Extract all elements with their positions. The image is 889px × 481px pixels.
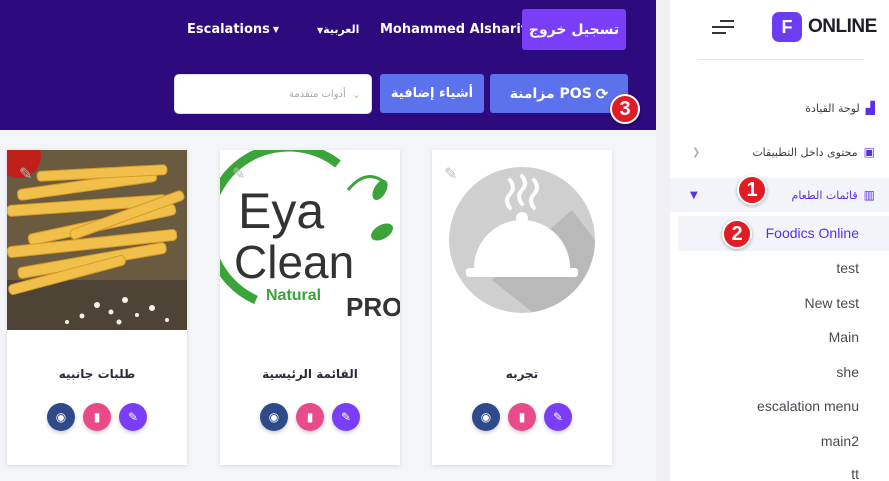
logo-text-clean: Clean	[234, 236, 354, 288]
submenu-item[interactable]: tt	[851, 466, 859, 481]
chevron-right-icon: ❯	[692, 146, 701, 158]
card-actions: ◉ ▮ ✎	[220, 403, 400, 431]
chevron-down-icon: ⌄	[351, 87, 361, 101]
card-title: القائمة الرئيسية	[262, 367, 358, 381]
trash-icon: ▮	[93, 410, 101, 424]
hamburger-icon[interactable]	[712, 20, 734, 38]
card-title: طلبات جانبيه	[58, 367, 136, 381]
submenu-item[interactable]: Main	[829, 329, 859, 345]
card-actions: ◉ ▮ ✎	[432, 403, 612, 431]
submenu-item[interactable]: she	[836, 364, 859, 380]
pencil-icon: ✎	[340, 410, 352, 424]
submenu-item[interactable]: New test	[805, 295, 859, 311]
card-actions: ◉ ▮ ✎	[7, 403, 187, 431]
submenu-item[interactable]: main2	[821, 433, 859, 449]
logo-text-pro: PRO	[346, 292, 400, 322]
escalations-dropdown[interactable]: Escalations ▼	[187, 22, 279, 37]
main-content: Escalations ▼ ▼العربية Mohammed Alsharif …	[0, 0, 656, 481]
chart-icon: ▟	[865, 101, 875, 115]
eye-icon: ◉	[55, 410, 67, 424]
delete-button[interactable]: ▮	[83, 403, 111, 431]
eye-icon: ◉	[268, 410, 280, 424]
edit-button[interactable]: ✎	[119, 403, 147, 431]
brand-logo[interactable]: F ONLINE	[772, 12, 877, 42]
sync-label: مزامنة POS	[509, 85, 592, 102]
menu-card[interactable]: ✎ طلبات جانبيه ◉ ▮ ✎	[7, 150, 187, 465]
sync-icon: ⟳	[595, 84, 609, 103]
submenu-item[interactable]: test	[836, 260, 859, 276]
logo-text-eya: Eya	[238, 183, 324, 239]
edit-corner-icon[interactable]: ✎	[232, 164, 245, 183]
delete-button[interactable]: ▮	[508, 403, 536, 431]
delete-button[interactable]: ▮	[296, 403, 324, 431]
card-title: تجربه	[505, 367, 539, 381]
edit-corner-icon[interactable]: ✎	[19, 164, 32, 183]
images-icon: ▣	[863, 145, 875, 159]
top-navbar: Escalations ▼ ▼العربية Mohammed Alsharif …	[0, 0, 656, 130]
user-name[interactable]: Mohammed Alsharif	[380, 22, 526, 37]
card-image: Eya Clean Natural PRO	[220, 150, 400, 330]
annotation-badge-3: 3	[610, 94, 640, 124]
menu-card[interactable]: ✎ تجربه ◉ ▮ ✎	[432, 150, 612, 465]
sidebar: F ONLINE لوحة القيادة ▟ ❯ محتوى داخل الت…	[670, 0, 889, 481]
edit-button[interactable]: ✎	[332, 403, 360, 431]
book-icon: ▥	[863, 188, 875, 202]
menu-card[interactable]: Eya Clean Natural PRO ✎ القائمة الرئيسية…	[220, 150, 400, 465]
sidebar-item-label: قائمات الطعام	[791, 188, 858, 202]
pencil-icon: ✎	[127, 410, 139, 424]
trash-icon: ▮	[306, 410, 314, 424]
caret-down-icon: ▼	[272, 25, 280, 34]
card-image	[7, 150, 187, 330]
sidebar-item-label: محتوى داخل التطبيقات	[752, 145, 858, 159]
view-button[interactable]: ◉	[472, 403, 500, 431]
pencil-icon: ✎	[552, 410, 564, 424]
tools-placeholder: أدوات متقدمة	[288, 88, 346, 100]
logo-text-natural: Natural	[266, 287, 321, 304]
card-image	[432, 150, 612, 330]
brand-name: ONLINE	[808, 16, 877, 37]
sidebar-item-dashboard[interactable]: لوحة القيادة ▟	[670, 91, 889, 125]
chevron-down-icon: ▼	[690, 189, 698, 201]
view-button[interactable]: ◉	[47, 403, 75, 431]
brand-mark-icon: F	[772, 12, 802, 42]
sync-pos-button[interactable]: مزامنة POS ⟳	[490, 74, 628, 113]
sidebar-divider	[698, 59, 864, 60]
sidebar-item-in-app-content[interactable]: ❯ محتوى داخل التطبيقات ▣	[670, 135, 889, 169]
language-dropdown[interactable]: ▼العربية	[314, 23, 359, 36]
sidebar-item-label: لوحة القيادة	[805, 101, 860, 115]
advanced-tools-select[interactable]: أدوات متقدمة ⌄	[174, 74, 372, 114]
extras-button[interactable]: أشياء إضافية	[380, 74, 484, 113]
view-button[interactable]: ◉	[260, 403, 288, 431]
edit-corner-icon[interactable]: ✎	[444, 164, 457, 183]
edit-button[interactable]: ✎	[544, 403, 572, 431]
submenu-item[interactable]: escalation menu	[757, 398, 859, 414]
content-divider	[656, 0, 670, 481]
submenu-item-foodics-online[interactable]: Foodics Online	[766, 225, 859, 241]
trash-icon: ▮	[518, 410, 526, 424]
eye-icon: ◉	[480, 410, 492, 424]
annotation-badge-1: 1	[737, 175, 767, 205]
annotation-badge-2: 2	[722, 219, 752, 249]
logout-button[interactable]: تسجيل خروج	[522, 9, 626, 50]
sidebar-item-menus[interactable]: ▼ قائمات الطعام ▥	[670, 178, 889, 212]
